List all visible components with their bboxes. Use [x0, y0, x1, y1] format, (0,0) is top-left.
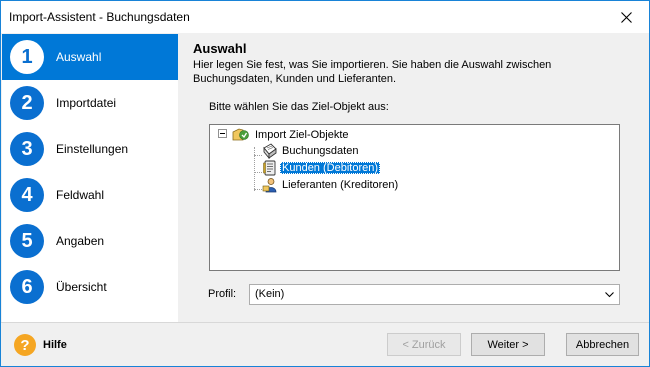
step-label: Einstellungen: [56, 142, 129, 156]
tree-root-node[interactable]: Import Ziel-Objekte: [232, 127, 351, 143]
tree-connector-line: [254, 189, 262, 190]
wizard-steps-sidebar: 1 Auswahl 2 Importdatei 3 Einstellungen …: [2, 34, 178, 322]
footer-divider: [1, 322, 649, 323]
tree-node-kunden[interactable]: Kunden (Debitoren): [262, 160, 381, 176]
question-mark-icon: ?: [14, 334, 36, 356]
help-link[interactable]: ? Hilfe: [14, 334, 67, 356]
back-button[interactable]: < Zurück: [387, 333, 461, 356]
step-uebersicht[interactable]: 6 Übersicht: [2, 264, 178, 310]
tree-node-label: Kunden (Debitoren): [280, 162, 381, 174]
step-label: Feldwahl: [56, 188, 105, 202]
customer-card-icon: [263, 160, 276, 176]
profil-selected-value: (Kein): [255, 288, 285, 300]
profil-label: Profil:: [208, 288, 237, 300]
target-object-tree[interactable]: Import Ziel-Objekte Buchungsdaten Kunden: [209, 124, 620, 271]
tree-node-label: Lieferanten (Kreditoren): [282, 179, 399, 191]
profil-select[interactable]: (Kein): [249, 284, 620, 305]
supplier-person-icon: [262, 178, 277, 193]
step-angaben[interactable]: 5 Angaben: [2, 218, 178, 264]
close-button[interactable]: [603, 1, 649, 33]
tree-node-label: Buchungsdaten: [282, 145, 359, 157]
chevron-down-icon: [605, 292, 614, 298]
close-icon: [620, 11, 632, 23]
page-heading: Auswahl: [193, 41, 247, 56]
step-number-badge: 5: [10, 224, 44, 258]
step-label: Übersicht: [56, 280, 107, 294]
title-bar: Import-Assistent - Buchungsdaten: [1, 1, 649, 33]
step-label: Angaben: [56, 234, 105, 248]
step-number-badge: 4: [10, 178, 44, 212]
step-feldwahl[interactable]: 4 Feldwahl: [2, 172, 178, 218]
step-number-badge: 6: [10, 270, 44, 304]
step-number-badge: 3: [10, 132, 44, 166]
page-description: Hier legen Sie fest, was Sie importieren…: [193, 59, 552, 85]
tree-collapse-toggle[interactable]: [218, 129, 227, 138]
tree-node-label: Import Ziel-Objekte: [255, 129, 349, 141]
wizard-content-panel: Auswahl Hier legen Sie fest, was Sie imp…: [178, 34, 649, 322]
step-importdatei[interactable]: 2 Importdatei: [2, 80, 178, 126]
ledger-book-icon: [263, 143, 277, 159]
tree-node-lieferanten[interactable]: Lieferanten (Kreditoren): [262, 177, 400, 193]
tree-connector-line: [254, 147, 255, 191]
step-einstellungen[interactable]: 3 Einstellungen: [2, 126, 178, 172]
step-number-badge: 2: [10, 86, 44, 120]
tree-node-buchungsdaten[interactable]: Buchungsdaten: [262, 143, 360, 159]
import-wizard-window: Import-Assistent - Buchungsdaten 1 Auswa…: [0, 0, 650, 367]
step-number-badge: 1: [10, 40, 44, 74]
help-label: Hilfe: [43, 339, 67, 351]
tree-connector-line: [254, 155, 262, 156]
next-button[interactable]: Weiter >: [471, 333, 545, 356]
step-auswahl[interactable]: 1 Auswahl: [2, 34, 178, 80]
import-folder-icon: [232, 128, 249, 141]
cancel-button[interactable]: Abbrechen: [566, 333, 639, 356]
step-label: Auswahl: [56, 50, 102, 64]
tree-connector-line: [254, 172, 262, 173]
target-object-prompt: Bitte wählen Sie das Ziel-Objekt aus:: [209, 101, 389, 113]
window-title: Import-Assistent - Buchungsdaten: [9, 10, 190, 24]
step-label: Importdatei: [56, 96, 117, 110]
